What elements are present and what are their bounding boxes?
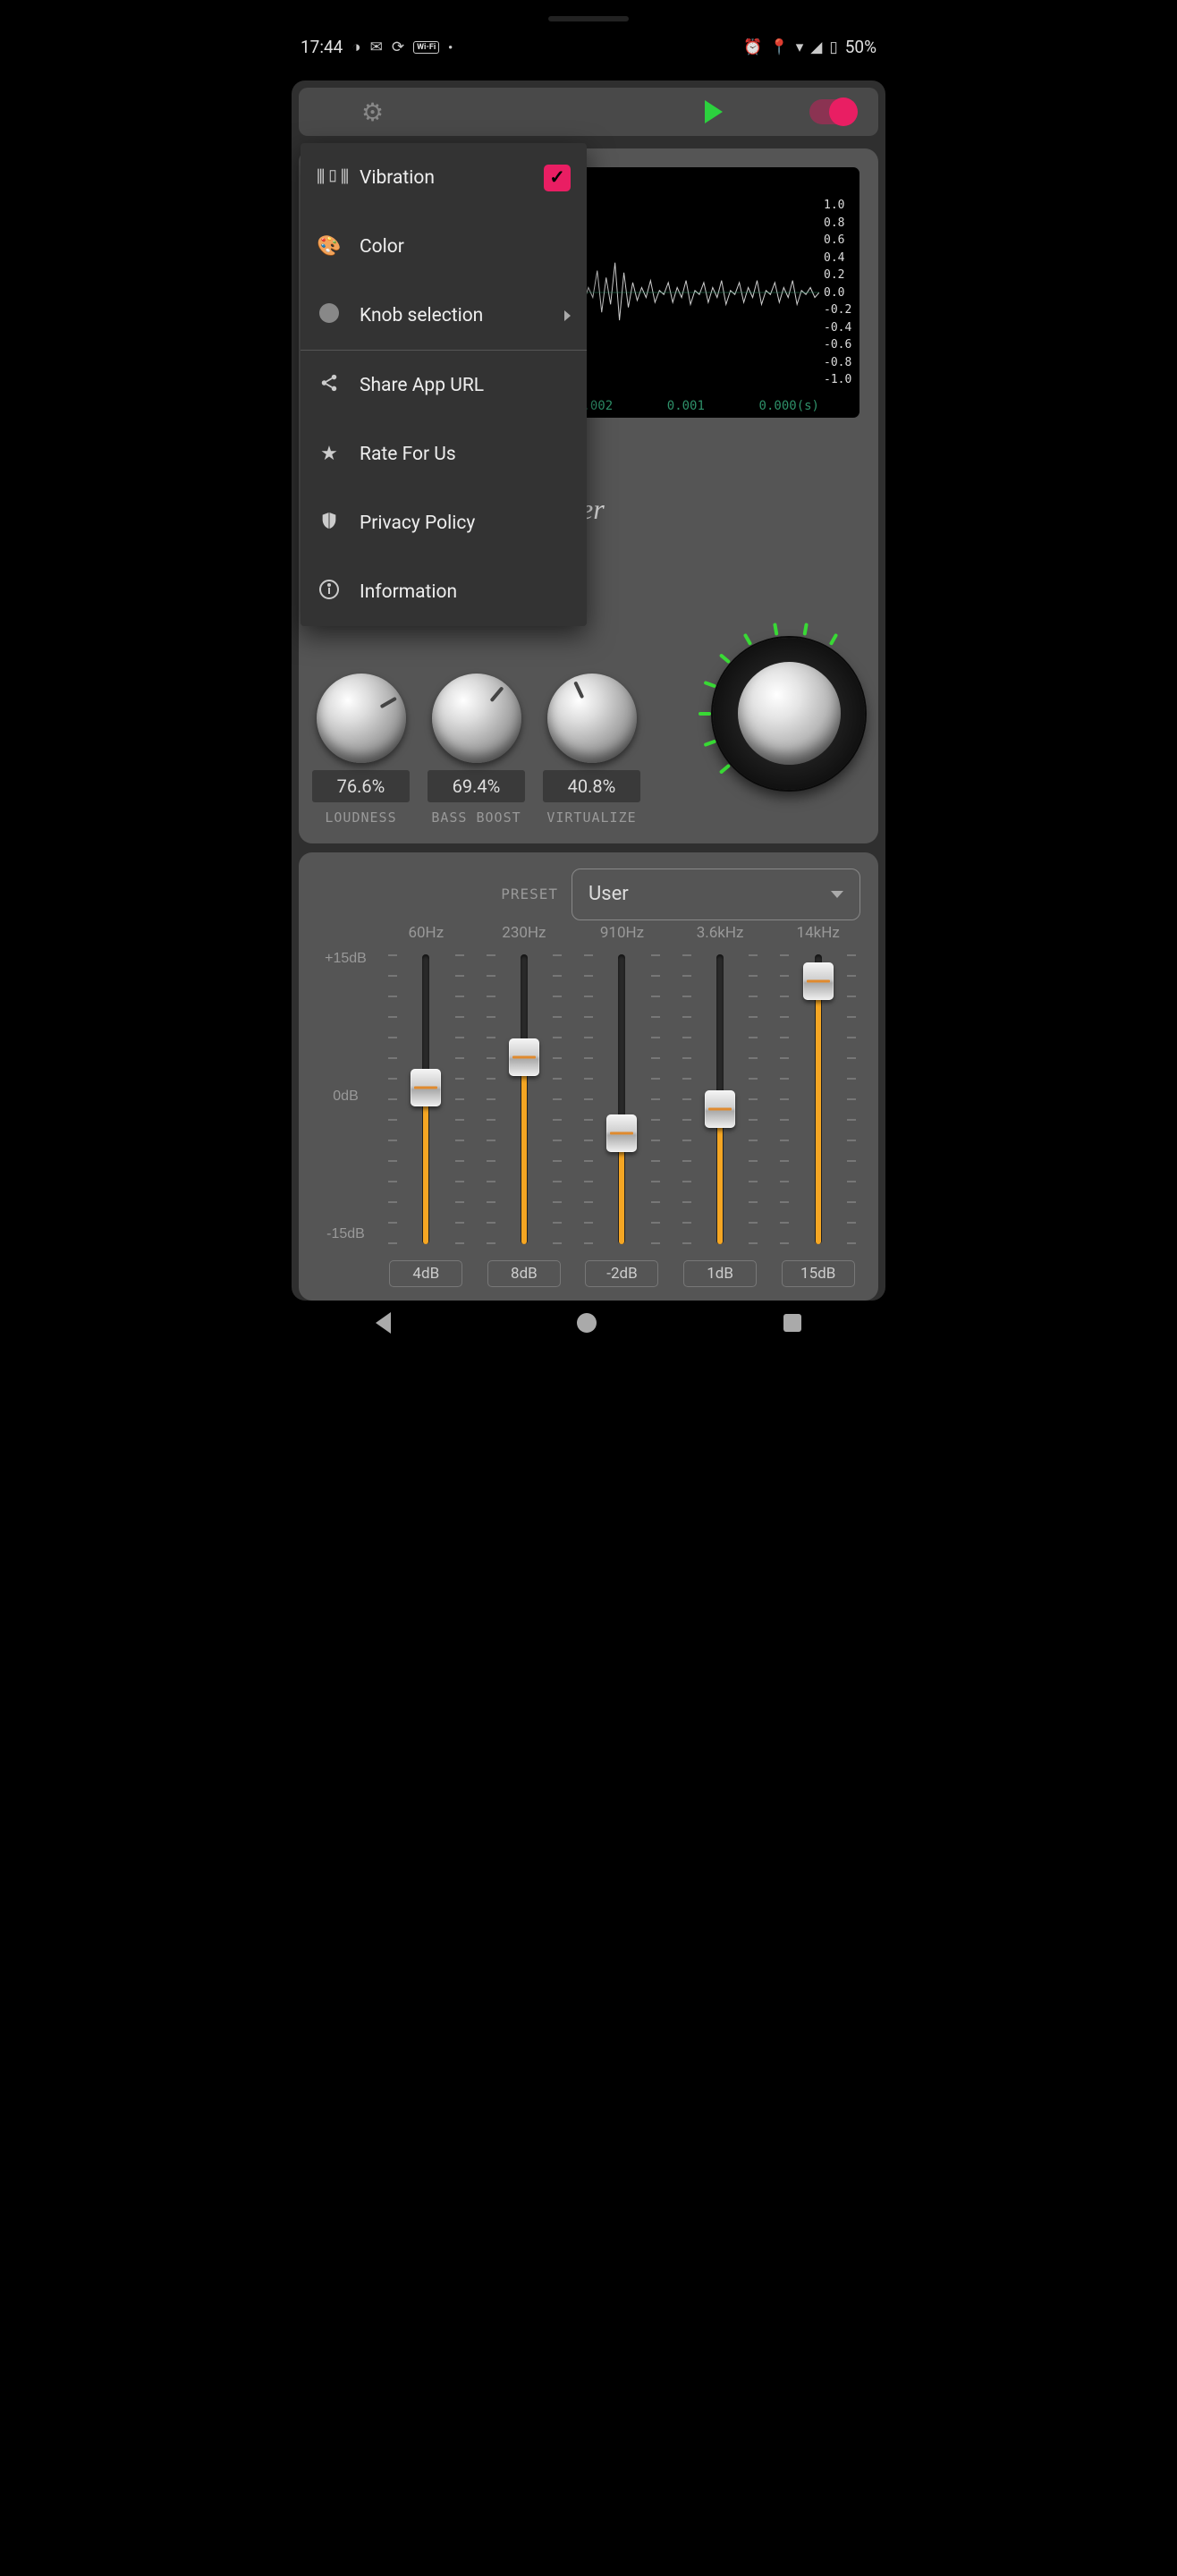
eq-band-4: 14kHz 15dB [771, 924, 865, 1287]
menu-vibration[interactable]: ⫴▯⫴ Vibration ✓ [301, 143, 587, 212]
loudness-value: 76.6% [312, 770, 410, 802]
loudness-label: LOUDNESS [325, 809, 396, 826]
eq-db-value: 4dB [389, 1260, 462, 1287]
virtualize-knob-group: 40.8% VIRTUALIZE [543, 674, 640, 826]
menu-share[interactable]: Share App URL [301, 351, 587, 419]
eq-db-value: 8dB [487, 1260, 561, 1287]
preset-label: PRESET [501, 886, 558, 902]
eq-slider-thumb[interactable] [705, 1090, 735, 1128]
status-time: 17:44 [301, 37, 343, 57]
status-wifi-label: Wi-Fi [413, 41, 439, 54]
circle-icon [317, 303, 342, 328]
status-icon-sync: ⟳ [392, 38, 404, 56]
eq-freq-label: 230Hz [502, 924, 546, 942]
vibration-checkbox-checked[interactable]: ✓ [544, 165, 571, 191]
location-icon: 📍 [770, 38, 789, 56]
nav-home-button[interactable] [577, 1313, 597, 1333]
eq-db-value: 1dB [683, 1260, 757, 1287]
eq-slider-thumb[interactable] [803, 962, 834, 1000]
equalizer-panel: PRESET User +15dB 0dB -15dB 60Hz 4dB 230Hz… [299, 852, 878, 1301]
eq-freq-label: 910Hz [600, 924, 644, 942]
settings-gear-icon[interactable]: ⚙ [361, 97, 384, 127]
chevron-down-icon [831, 891, 843, 898]
eq-band-0: 60Hz 4dB [379, 924, 473, 1287]
menu-knob-selection[interactable]: Knob selection [301, 281, 587, 350]
master-volume-knob[interactable] [713, 638, 865, 790]
nav-recent-button[interactable] [783, 1314, 801, 1332]
bass-knob[interactable] [432, 674, 521, 763]
wifi-icon: ▾ [796, 38, 804, 56]
preset-select[interactable]: User [572, 869, 860, 920]
eq-band-2: 910Hz -2dB [575, 924, 669, 1287]
eq-slider[interactable] [771, 947, 865, 1251]
palette-icon: 🎨 [317, 235, 342, 258]
eq-slider-thumb[interactable] [411, 1069, 441, 1106]
eq-slider[interactable] [673, 947, 767, 1251]
eq-db-value: -2dB [585, 1260, 658, 1287]
bass-value: 69.4% [428, 770, 525, 802]
status-bar: 17:44 ◑ ✉ ⟳ Wi-Fi ● ⏰ 📍 ▾ ◢ ▯ 50% [283, 27, 894, 67]
menu-info[interactable]: Information [301, 557, 587, 626]
menu-privacy[interactable]: Privacy Policy [301, 488, 587, 557]
virtualize-knob[interactable] [547, 674, 637, 763]
master-toggle[interactable] [809, 99, 856, 124]
play-button[interactable] [705, 100, 723, 123]
eq-db-value: 15dB [782, 1260, 855, 1287]
battery-icon: ▯ [829, 38, 837, 56]
eq-freq-label: 60Hz [408, 924, 444, 942]
status-dot: ● [448, 43, 453, 51]
chevron-right-icon [564, 310, 571, 321]
eq-freq-label: 3.6kHz [697, 924, 744, 942]
eq-slider-thumb[interactable] [509, 1038, 539, 1076]
eq-slider[interactable] [575, 947, 669, 1251]
eq-freq-label: 14kHz [797, 924, 840, 942]
android-nav-bar [283, 1301, 894, 1345]
eq-slider[interactable] [478, 947, 572, 1251]
eq-band-3: 3.6kHz 1dB [673, 924, 767, 1287]
virtualize-label: VIRTUALIZE [546, 809, 636, 826]
bass-knob-group: 69.4% BASS BOOST [428, 674, 525, 826]
db-scale: +15dB 0dB -15dB [312, 924, 379, 1287]
nav-back-button[interactable] [376, 1312, 391, 1334]
status-icon-app1: ◑ [351, 38, 360, 56]
waveform-y-axis: 1.0 0.8 0.6 0.4 0.2 0.0 -0.2 -0.4 -0.6 -… [824, 199, 855, 386]
signal-icon: ◢ [810, 38, 822, 56]
eq-band-1: 230Hz 8dB [478, 924, 572, 1287]
eq-slider-thumb[interactable] [606, 1114, 637, 1152]
loudness-knob-group: 76.6% LOUDNESS [312, 674, 410, 826]
share-icon [317, 373, 342, 398]
vibration-icon: ⫴▯⫴ [317, 166, 342, 189]
star-icon: ★ [317, 443, 342, 465]
preset-value: User [588, 883, 629, 905]
shield-icon [317, 510, 342, 537]
eq-slider[interactable] [379, 947, 473, 1251]
settings-dropdown-menu: ⫴▯⫴ Vibration ✓ 🎨 Color Knob selection S… [301, 143, 587, 626]
loudness-knob[interactable] [317, 674, 406, 763]
status-icon-mail: ✉ [370, 38, 383, 56]
menu-rate[interactable]: ★ Rate For Us [301, 419, 587, 488]
bass-label: BASS BOOST [431, 809, 521, 826]
battery-pct: 50% [845, 37, 876, 57]
app-top-bar: ⚙ [299, 88, 878, 136]
info-icon [317, 579, 342, 606]
alarm-icon: ⏰ [743, 38, 762, 56]
menu-color[interactable]: 🎨 Color [301, 212, 587, 281]
virtualize-value: 40.8% [543, 770, 640, 802]
